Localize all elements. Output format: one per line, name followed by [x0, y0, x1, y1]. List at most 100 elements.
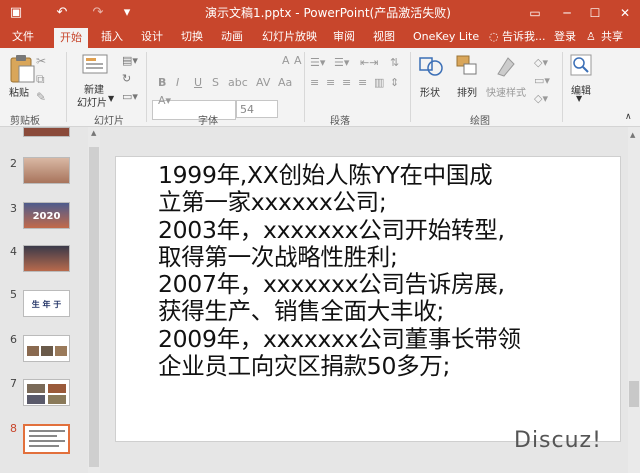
- char-spacing-icon[interactable]: AV: [256, 76, 270, 89]
- shapes-label[interactable]: 形状: [420, 84, 440, 99]
- save-icon[interactable]: ▣: [6, 3, 26, 23]
- signin-link[interactable]: 登录: [554, 26, 576, 48]
- maximize-icon[interactable]: ☐: [580, 0, 610, 26]
- tab-animations[interactable]: 动画: [221, 26, 243, 48]
- new-slide-icon[interactable]: [82, 54, 108, 78]
- chevron-down-icon[interactable]: ▼: [108, 94, 114, 103]
- layout-icon[interactable]: ▤▾: [122, 54, 138, 67]
- find-icon[interactable]: [570, 54, 592, 76]
- underline-icon[interactable]: U: [194, 76, 202, 89]
- undo-icon[interactable]: ↶: [52, 3, 72, 23]
- slide-thumbnail[interactable]: [23, 245, 70, 272]
- thumbnails-scrollbar[interactable]: ▲: [88, 127, 100, 473]
- thumbnail-number: 7: [10, 377, 17, 390]
- cut-icon[interactable]: ✂: [36, 54, 46, 68]
- share-button[interactable]: 共享: [601, 26, 623, 48]
- scroll-up-icon: ▲: [91, 129, 97, 137]
- slide-text-box[interactable]: 1999年,XX创始人陈YY在中国成 立第一家xxxxxx公司; 2003年，x…: [158, 161, 598, 381]
- align-text-icon[interactable]: ⇕: [390, 76, 399, 89]
- minimize-icon[interactable]: ─: [552, 0, 582, 26]
- chevron-down-icon[interactable]: ▼: [576, 94, 582, 103]
- reset-icon[interactable]: ↻: [122, 72, 131, 85]
- indent-icon[interactable]: ⇤⇥: [360, 56, 378, 69]
- tab-insert[interactable]: 插入: [101, 26, 123, 48]
- slide-text-line: 2003年，xxxxxxx公司开始转型,: [158, 215, 505, 244]
- increase-font-icon[interactable]: A: [282, 54, 290, 67]
- ribbon-display-options-icon[interactable]: ▭: [520, 0, 550, 26]
- customize-quick-access-icon[interactable]: ▾: [120, 3, 134, 23]
- section-icon[interactable]: ▭▾: [122, 90, 138, 103]
- tell-me-box[interactable]: 告诉我...: [502, 26, 546, 48]
- arrange-icon[interactable]: [455, 54, 479, 78]
- quick-styles-label[interactable]: 快速样式: [486, 84, 526, 99]
- slide-text-line: 立第一家xxxxxx公司;: [158, 188, 387, 217]
- align-center-icon[interactable]: ≡: [326, 76, 335, 89]
- tab-view[interactable]: 视图: [373, 26, 395, 48]
- shapes-icon[interactable]: [418, 54, 444, 78]
- slide-thumbnail[interactable]: [23, 157, 70, 184]
- arrange-label[interactable]: 排列: [457, 84, 477, 99]
- shape-fill-icon[interactable]: ◇▾: [534, 56, 548, 69]
- font-size-select[interactable]: 54: [236, 100, 278, 118]
- tab-design[interactable]: 设计: [141, 26, 163, 48]
- slide-thumbnail-selected[interactable]: [23, 424, 70, 454]
- slide-text-line: 2007年，xxxxxxx公司告诉房展,: [158, 270, 505, 299]
- copy-icon[interactable]: ⧉: [36, 72, 45, 87]
- shape-effects-icon[interactable]: ◇▾: [534, 92, 548, 105]
- close-icon[interactable]: ✕: [610, 0, 640, 26]
- paste-label[interactable]: 粘贴: [9, 84, 29, 99]
- slide-thumbnail[interactable]: [23, 335, 70, 362]
- group-clipboard-label: 剪贴板: [10, 116, 40, 127]
- group-font-label: 字体: [198, 116, 218, 127]
- divider: [146, 52, 147, 122]
- thumbnail-number: 8: [10, 422, 17, 435]
- slide-thumbnail[interactable]: [23, 379, 70, 406]
- shadow-icon[interactable]: S: [212, 76, 219, 89]
- divider: [562, 52, 563, 122]
- italic-icon[interactable]: I: [176, 76, 179, 89]
- tab-transitions[interactable]: 切换: [181, 26, 203, 48]
- tab-onekey-lite[interactable]: OneKey Lite: [413, 26, 479, 48]
- tab-home[interactable]: 开始: [54, 28, 88, 48]
- tab-file[interactable]: 文件: [12, 26, 34, 48]
- change-case-icon[interactable]: Aa: [278, 76, 292, 89]
- group-paragraph-label: 段落: [330, 116, 350, 127]
- tab-slideshow[interactable]: 幻灯片放映: [262, 26, 317, 48]
- thumbnail-number: 3: [10, 202, 17, 215]
- align-right-icon[interactable]: ≡: [342, 76, 351, 89]
- bold-icon[interactable]: B: [158, 76, 166, 89]
- justify-icon[interactable]: ≡: [358, 76, 367, 89]
- title-bar: ▣ ↶ ↷ ▾ 演示文稿1.pptx - PowerPoint(产品激活失败) …: [0, 0, 640, 26]
- text-direction-icon[interactable]: ⇅: [390, 56, 399, 69]
- redo-icon[interactable]: ↷: [88, 3, 108, 23]
- divider: [410, 52, 411, 122]
- numbering-icon[interactable]: ☰▾: [334, 56, 349, 69]
- divider: [304, 52, 305, 122]
- group-slides-label: 幻灯片: [94, 116, 124, 127]
- shape-outline-icon[interactable]: ▭▾: [534, 74, 550, 87]
- font-color-icon[interactable]: A▾: [158, 94, 171, 107]
- group-drawing-label: 绘图: [470, 116, 490, 127]
- slide-thumbnail[interactable]: [23, 127, 70, 137]
- new-slide-label-2[interactable]: 幻灯片: [77, 94, 107, 109]
- slide-thumbnail[interactable]: 生 年 于: [23, 290, 70, 317]
- scroll-up-icon: ▲: [630, 131, 636, 139]
- columns-icon[interactable]: ▥: [374, 76, 384, 89]
- editor-scrollbar[interactable]: ▲: [628, 127, 640, 473]
- paste-icon[interactable]: [8, 54, 36, 84]
- align-left-icon[interactable]: ≡: [310, 76, 319, 89]
- slide-thumbnail[interactable]: 2020: [23, 202, 70, 229]
- strikethrough-icon[interactable]: abc: [228, 76, 248, 89]
- collapse-ribbon-icon[interactable]: ∧: [625, 112, 632, 122]
- tab-review[interactable]: 审阅: [333, 26, 355, 48]
- format-painter-icon[interactable]: ✎: [36, 90, 46, 104]
- bullets-icon[interactable]: ☰▾: [310, 56, 325, 69]
- slide-text-line: 企业员工向灾区捐款50多万;: [158, 352, 451, 381]
- quick-styles-icon[interactable]: [494, 54, 518, 78]
- scroll-thumb: [629, 381, 639, 407]
- divider: [66, 52, 67, 122]
- slide-thumbnails-pane: 2 3 2020 4 5 生 年 于 6 7 8: [0, 127, 92, 473]
- ribbon-home: 粘贴 ✂ ⧉ ✎ 剪贴板 新建 幻灯片 ▼ ▤▾ ↻ ▭▾ 幻灯片 54 A A…: [0, 48, 640, 127]
- decrease-font-icon[interactable]: A: [294, 54, 302, 67]
- slide-text-line: 取得第一次战略性胜利;: [158, 242, 398, 271]
